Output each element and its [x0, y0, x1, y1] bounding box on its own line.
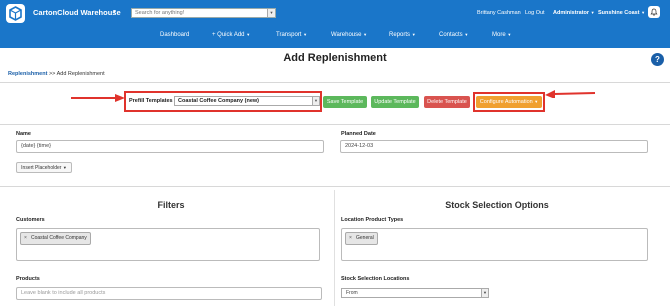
nav-more-label: More [492, 32, 506, 38]
app-logo-icon[interactable] [6, 4, 25, 23]
form-divider [0, 186, 670, 187]
nav-contacts[interactable]: Contacts ▼ [439, 32, 468, 38]
stock-selection-title: Stock Selection Options [445, 200, 549, 210]
nav-dashboard[interactable]: Dashboard [160, 32, 189, 38]
customers-label: Customers [16, 217, 45, 223]
chevron-down-icon: ▼ [62, 165, 67, 170]
chevron-down-icon: ▼ [411, 32, 416, 37]
user-name-link[interactable]: Brittany Cashman [477, 10, 521, 16]
prefill-templates-highlight: Prefill Templates Coastal Coffee Company… [124, 91, 322, 112]
page-title: Add Replenishment [283, 52, 387, 64]
global-search[interactable]: ▼ [131, 8, 276, 18]
warehouse-menu[interactable]: Sunshine Coast ▼ [598, 10, 645, 16]
main-nav: Dashboard + Quick Add ▼ Transport ▼ Ware… [0, 29, 670, 45]
planned-date-field[interactable]: 2024-12-03 [340, 140, 648, 153]
stock-selection-locations-label: Stock Selection Locations [341, 276, 410, 282]
location-type-tag: × General [345, 232, 378, 245]
chevron-down-icon: ▼ [590, 10, 595, 15]
remove-tag-icon[interactable]: × [349, 233, 352, 244]
column-separator [334, 190, 335, 306]
search-dropdown-icon[interactable]: ▼ [267, 9, 275, 17]
top-bar: CartonCloud Warehouse ▼ ▼ Brittany Cashm… [0, 0, 670, 48]
customers-multiselect[interactable]: × Coastal Coffee Company [16, 228, 320, 261]
nav-more[interactable]: More ▼ [492, 32, 511, 38]
header-divider [0, 82, 670, 83]
role-label: Administrator [553, 10, 590, 16]
notification-bell-icon[interactable] [648, 6, 660, 18]
customer-tag-label: Coastal Coffee Company [31, 235, 87, 241]
chevron-down-icon: ▼ [464, 32, 469, 37]
prefill-template-value: Coastal Coffee Company (new) [178, 98, 259, 104]
name-label: Name [16, 131, 31, 137]
chevron-down-icon: ▼ [363, 32, 368, 37]
products-field[interactable]: Leave blank to include all products [16, 287, 322, 300]
filters-title: Filters [157, 200, 185, 210]
nav-warehouse-label: Warehouse [331, 32, 362, 38]
location-product-types-label: Location Product Types [341, 217, 404, 223]
app-menu-caret-icon[interactable]: ▼ [112, 9, 117, 15]
insert-placeholder-button[interactable]: Insert Placeholder ▼ [16, 162, 72, 173]
configure-automation-label: Configure Automation [479, 99, 533, 105]
nav-contacts-label: Contacts [439, 32, 463, 38]
chevron-down-icon: ▼ [312, 97, 319, 105]
app-name[interactable]: CartonCloud Warehouse [33, 8, 121, 17]
name-field[interactable]: {date} {time} [16, 140, 324, 153]
breadcrumb-current: >> Add Replenishment [47, 71, 105, 77]
templates-divider [0, 124, 670, 125]
chevron-down-icon: ▼ [507, 32, 512, 37]
nav-quick-add-label: + Quick Add [212, 32, 245, 38]
nav-reports-label: Reports [389, 32, 411, 38]
location-type-tag-label: General [356, 235, 374, 241]
chevron-down-icon: ▼ [481, 289, 488, 297]
nav-quick-add[interactable]: + Quick Add ▼ [212, 32, 250, 38]
chevron-down-icon: ▼ [534, 99, 539, 104]
annotation-arrow-right [545, 90, 596, 98]
breadcrumb: Replenishment >> Add Replenishment [8, 71, 105, 77]
logout-link[interactable]: Log Out [525, 10, 545, 16]
stock-selection-locations-select[interactable]: From ▼ [341, 288, 489, 298]
nav-transport[interactable]: Transport ▼ [276, 32, 307, 38]
planned-date-label: Planned Date [341, 131, 376, 137]
search-input[interactable] [132, 9, 262, 17]
products-label: Products [16, 276, 40, 282]
save-template-button[interactable]: Save Template [323, 96, 367, 108]
stock-selection-locations-value: From [346, 290, 358, 296]
annotation-arrow-left [71, 94, 125, 102]
prefill-templates-label: Prefill Templates [129, 98, 173, 104]
nav-warehouse[interactable]: Warehouse ▼ [331, 32, 367, 38]
prefill-template-select[interactable]: Coastal Coffee Company (new) ▼ [174, 96, 320, 106]
chevron-down-icon: ▼ [246, 32, 251, 37]
delete-template-button[interactable]: Delete Template [424, 96, 470, 108]
update-template-button[interactable]: Update Template [371, 96, 419, 108]
nav-reports[interactable]: Reports ▼ [389, 32, 416, 38]
nav-transport-label: Transport [276, 32, 302, 38]
remove-tag-icon[interactable]: × [24, 233, 27, 244]
location-product-types-multiselect[interactable]: × General [341, 228, 648, 261]
role-menu[interactable]: Administrator ▼ [553, 10, 595, 16]
chevron-down-icon: ▼ [641, 10, 646, 15]
help-icon[interactable]: ? [651, 53, 664, 66]
chevron-down-icon: ▼ [303, 32, 308, 37]
customer-tag: × Coastal Coffee Company [20, 232, 91, 245]
breadcrumb-replenishment-link[interactable]: Replenishment [8, 71, 47, 77]
warehouse-label: Sunshine Coast [598, 10, 640, 16]
insert-placeholder-label: Insert Placeholder [21, 165, 62, 171]
configure-automation-button[interactable]: Configure Automation ▼ [476, 96, 542, 108]
